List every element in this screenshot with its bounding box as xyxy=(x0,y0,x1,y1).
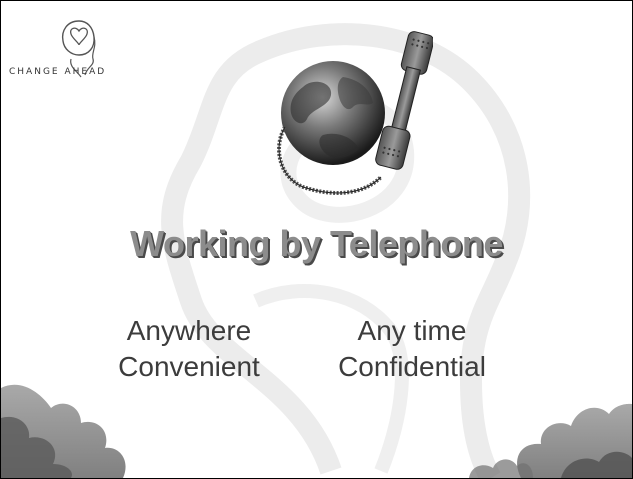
logo: CHANGE AHEAD xyxy=(9,13,141,83)
slide-title: Working by Telephone xyxy=(130,223,503,264)
feature-any-time: Any time xyxy=(357,315,467,346)
feature-anywhere: Anywhere xyxy=(126,315,252,346)
logo-text: CHANGE AHEAD xyxy=(9,67,107,77)
globe-telephone-icon xyxy=(277,31,433,195)
clouds-decoration-icon xyxy=(1,384,632,478)
slide: CHANGE AHEAD Working by Telephone Anywhe… xyxy=(0,0,633,479)
